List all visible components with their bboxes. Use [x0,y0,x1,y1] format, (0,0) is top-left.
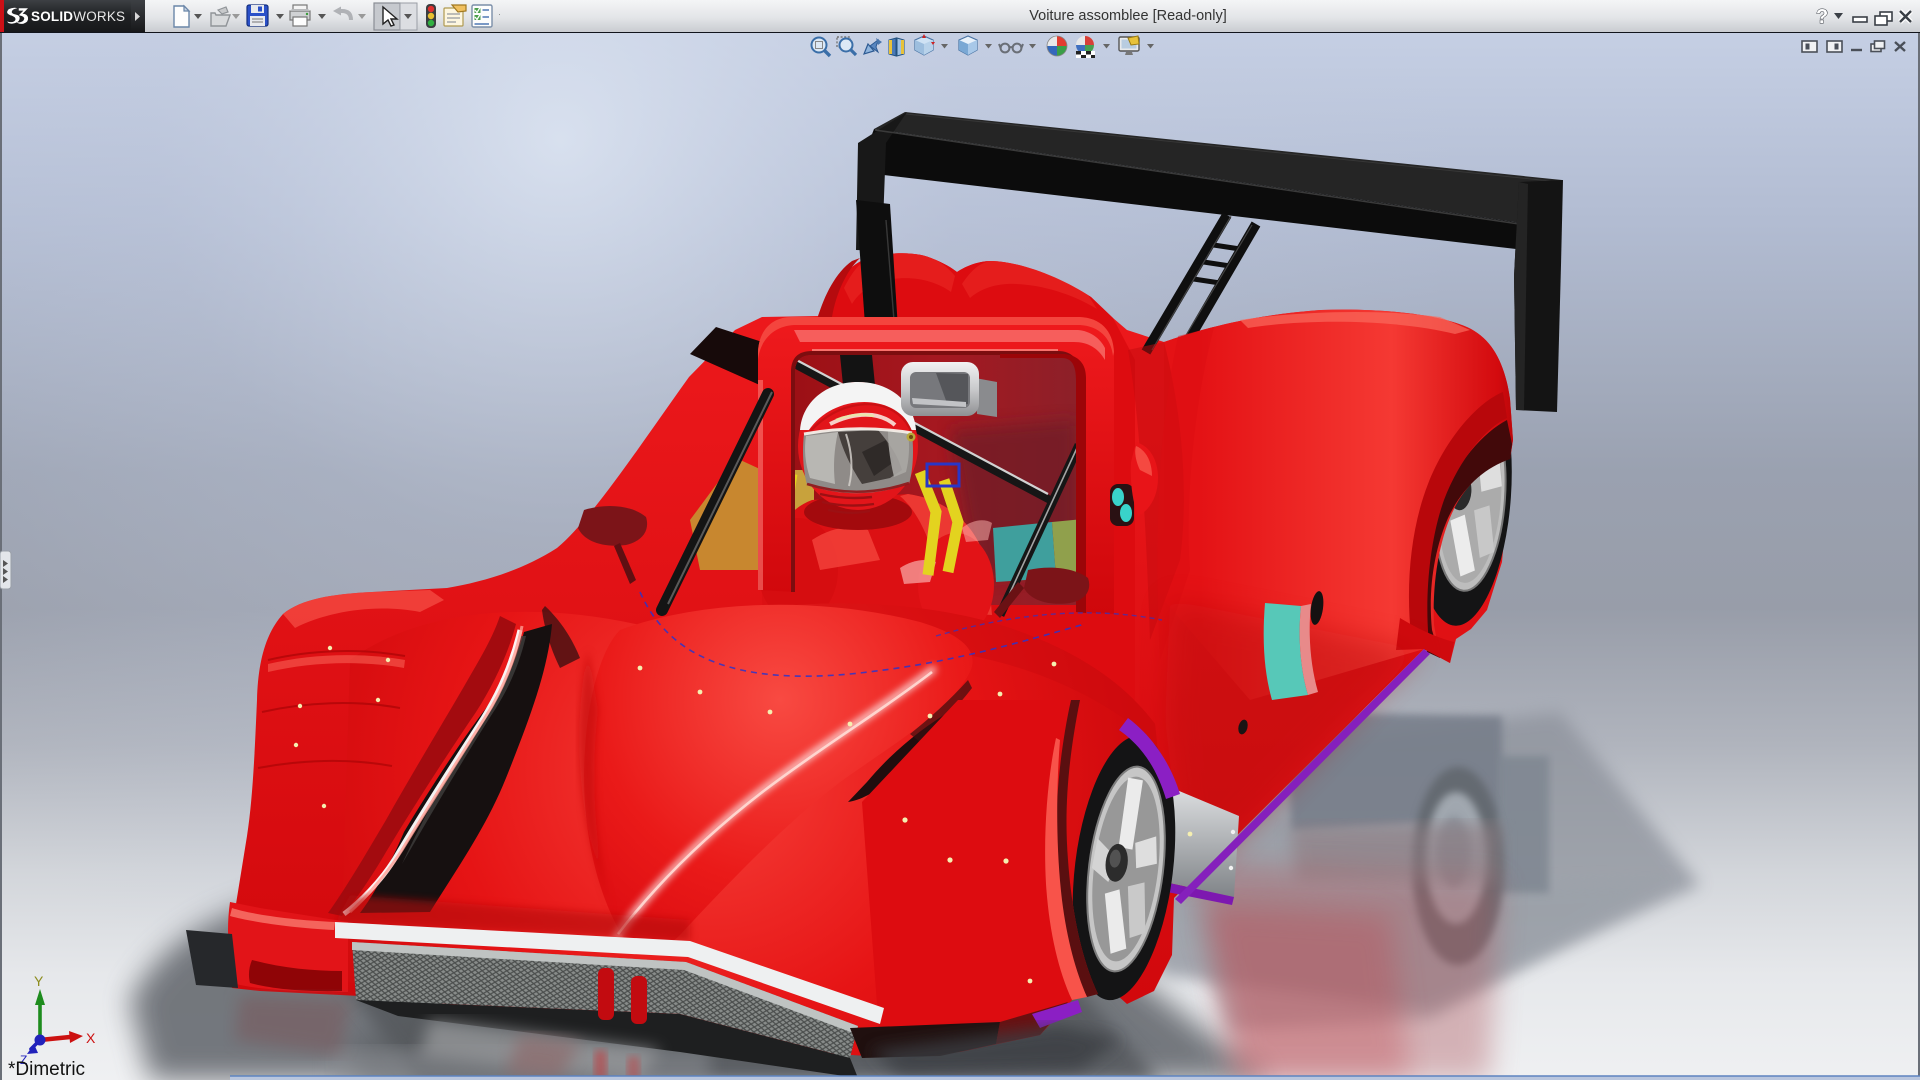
svg-text:Y: Y [34,973,44,989]
svg-text:X: X [86,1030,96,1046]
svg-text:?: ? [1816,6,1828,28]
svg-text:*Dimetric: *Dimetric [8,1059,85,1080]
